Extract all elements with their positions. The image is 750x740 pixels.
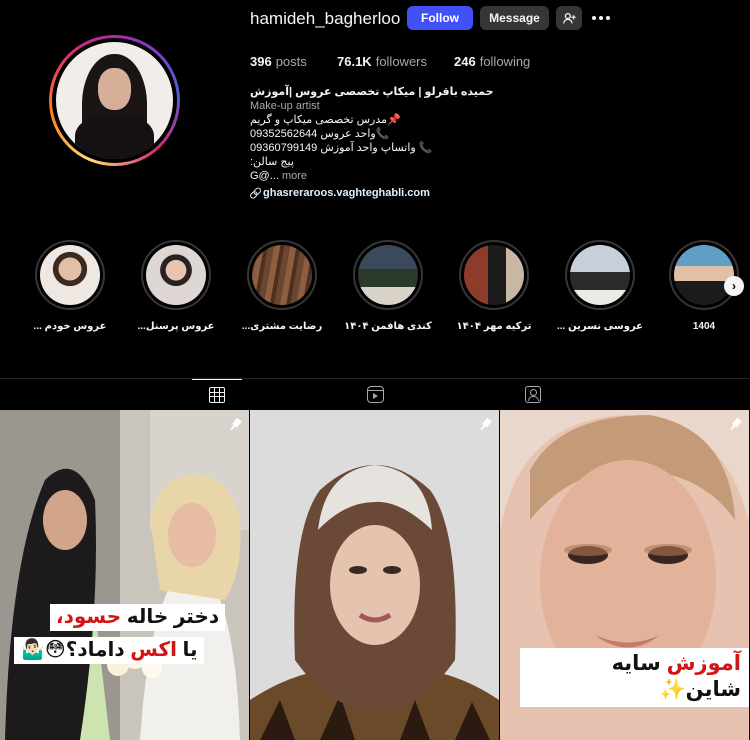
bio-line: 📌مدرس تخصصی میکاپ و گریم <box>250 114 401 126</box>
tab-posts[interactable] <box>192 379 242 409</box>
grid-icon <box>209 386 225 403</box>
followers-link[interactable]: 76.1K followers <box>337 54 454 69</box>
bio-external-link[interactable]: ghasreraroos.vaghteghabli.com <box>250 186 510 200</box>
bio-line: پیج سالن: <box>250 156 294 168</box>
highlight-label: 1404 <box>692 321 716 332</box>
tab-reels[interactable] <box>350 379 400 409</box>
more-horizontal-icon <box>592 16 610 20</box>
profile-username: hamideh_bagherloo <box>250 9 401 28</box>
profile-header: hamideh_bagherloo Follow Message 396 post… <box>0 0 750 230</box>
bio-more-link[interactable]: more <box>282 170 307 182</box>
highlight-item[interactable]: عروس پرسنل... <box>126 240 226 332</box>
highlight-label: کندی هافمن ۱۴۰۴ <box>344 321 432 332</box>
person-add-icon <box>562 12 576 23</box>
posts-count: 396 posts <box>250 54 307 69</box>
chevron-right-icon: › <box>732 279 736 293</box>
post-thumbnail[interactable]: آموزش سایه شاین✨ <box>500 410 749 740</box>
link-icon <box>248 187 261 200</box>
highlight-item[interactable]: کندی هافمن ۱۴۰۴ <box>338 240 438 332</box>
bio-line: 📞 واتساپ واحد آموزش 09360799149 <box>250 142 433 154</box>
suggest-users-button[interactable] <box>556 6 582 30</box>
profile-tabs <box>0 378 750 408</box>
post-thumbnail[interactable] <box>250 410 499 740</box>
following-link[interactable]: 246 following <box>454 54 530 69</box>
highlight-label: عروسی نسرین ... <box>556 321 643 332</box>
bio-name: حمیده باقرلو | میکاپ تخصصی عروس |آموزش <box>250 86 494 98</box>
tab-tagged[interactable] <box>508 379 558 409</box>
profile-avatar[interactable] <box>49 35 180 166</box>
post-image <box>0 410 249 740</box>
bio-line-truncated: G@... more <box>250 170 308 182</box>
tagged-icon <box>525 385 541 403</box>
story-highlights: عروس خودم ... عروس پرسنل... رضایت مشتری.… <box>0 236 750 346</box>
highlight-item[interactable]: رضایت مشتری... <box>232 240 332 332</box>
highlight-label: عروس خودم ... <box>33 321 107 332</box>
highlight-item[interactable]: عروس خودم ... <box>20 240 120 332</box>
highlights-next-button[interactable]: › <box>724 276 744 296</box>
highlight-label: رضایت مشتری... <box>241 321 323 332</box>
follow-button[interactable]: Follow <box>407 6 473 30</box>
profile-stats: 396 posts 76.1K followers 246 following <box>250 54 530 69</box>
post-caption: آموزش سایه شاین✨ <box>520 648 749 707</box>
bio-category: Make-up artist <box>250 100 320 112</box>
post-caption-line1: دختر خاله حسود، <box>50 604 226 631</box>
profile-bio: حمیده باقرلو | میکاپ تخصصی عروس |آموزش M… <box>250 85 510 200</box>
post-image <box>250 410 499 740</box>
posts-grid: دختر خاله حسود، یا اکس داماد؟😳🤷🏻‍♂️ <box>0 410 750 740</box>
post-caption-line2: یا اکس داماد؟😳🤷🏻‍♂️ <box>14 637 204 664</box>
reels-icon <box>366 385 384 403</box>
post-thumbnail[interactable]: دختر خاله حسود، یا اکس داماد؟😳🤷🏻‍♂️ <box>0 410 249 740</box>
highlight-label: عروس پرسنل... <box>137 321 215 332</box>
highlight-item[interactable]: ترکیه مهر ۱۴۰۴ <box>444 240 544 332</box>
highlight-item[interactable]: عروسی نسرین ... <box>550 240 650 332</box>
more-options-button[interactable] <box>590 6 612 30</box>
bio-line: 📞واحد عروس 09352562644 <box>250 128 390 140</box>
highlight-label: ترکیه مهر ۱۴۰۴ <box>456 321 532 332</box>
message-button[interactable]: Message <box>480 6 549 30</box>
